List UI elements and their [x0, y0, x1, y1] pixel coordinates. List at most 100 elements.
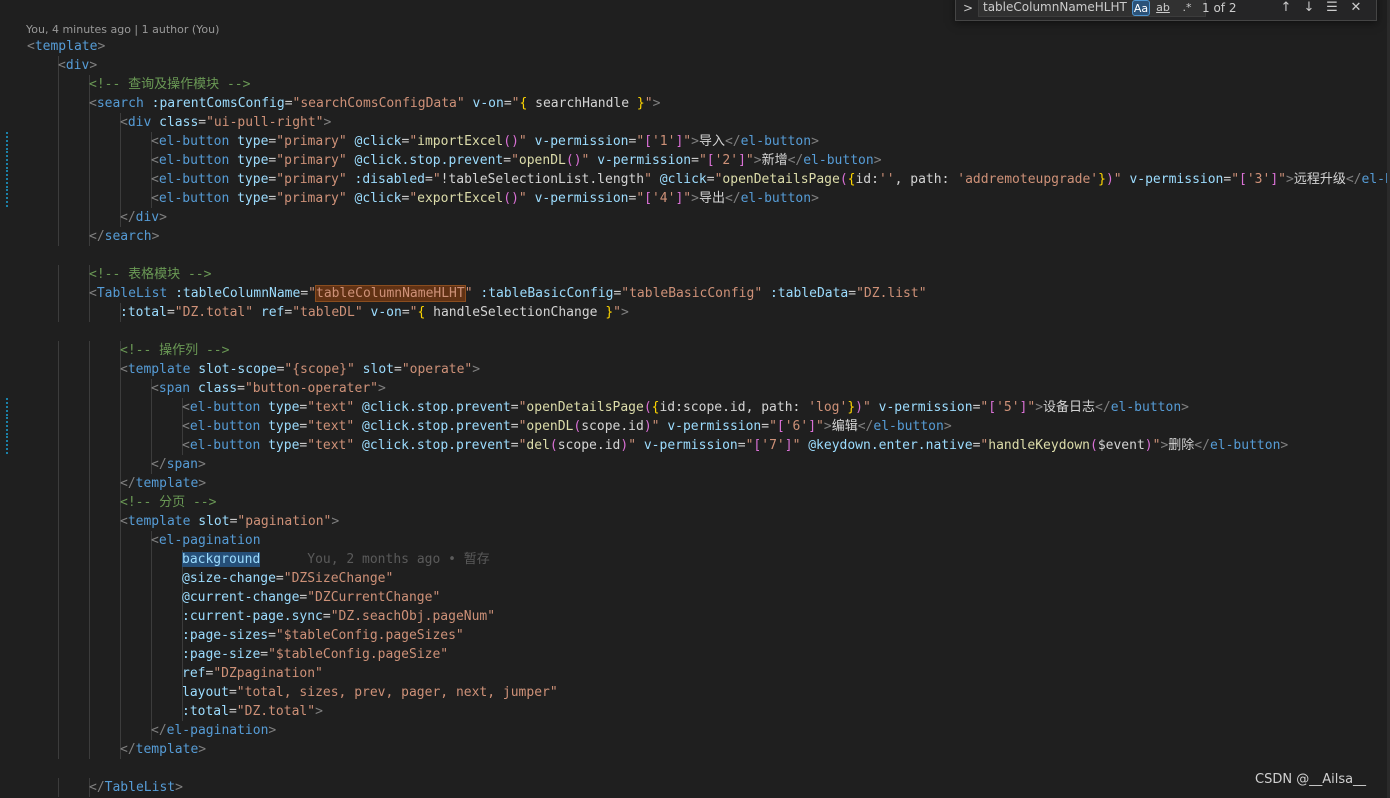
code-token: " — [1278, 172, 1286, 187]
code-line[interactable]: <el-button type="primary" :disabled="!ta… — [0, 170, 1390, 189]
code-line[interactable]: <el-button type="text" @click.stop.preve… — [0, 417, 1390, 436]
code-line[interactable] — [0, 246, 1390, 265]
code-line[interactable]: <template slot="pagination"> — [0, 512, 1390, 531]
code-line[interactable]: </search> — [0, 227, 1390, 246]
toggle-replace-chevron-icon[interactable]: > — [962, 1, 974, 15]
code-line[interactable]: <el-button type="text" @click.stop.preve… — [0, 436, 1390, 455]
code-line[interactable]: <!-- 分页 --> — [0, 493, 1390, 512]
code-token: > — [652, 96, 661, 111]
code-line[interactable]: <el-button type="text" @click.stop.preve… — [0, 398, 1390, 417]
code-line[interactable]: :total="DZ.total" ref="tableDL" v-on="{ … — [0, 303, 1390, 322]
indent-guide — [58, 360, 59, 379]
code-line[interactable]: <template> — [0, 37, 1390, 56]
code-line[interactable]: </span> — [0, 455, 1390, 474]
code-line[interactable]: </el-pagination> — [0, 721, 1390, 740]
code-token: template — [127, 362, 191, 377]
indent-guide — [89, 626, 90, 645]
code-line-text: <div> — [58, 56, 97, 75]
code-line[interactable]: <search :parentComsConfig="searchComsCon… — [0, 94, 1390, 113]
match-whole-word-icon[interactable]: ab — [1154, 0, 1172, 16]
code-line[interactable]: ref="DZpagination" — [0, 664, 1390, 683]
code-line[interactable]: </TableList> — [0, 778, 1390, 797]
code-line-text: <search :parentComsConfig="searchComsCon… — [89, 94, 660, 113]
code-line[interactable]: background You, 2 months ago • 暂存 — [0, 550, 1390, 569]
git-modified-gutter-marker[interactable] — [6, 189, 8, 208]
close-icon[interactable]: ✕ — [1347, 0, 1365, 17]
code-token: > — [943, 419, 952, 434]
code-line[interactable]: <template slot-scope="{scope}" slot="ope… — [0, 360, 1390, 379]
git-modified-gutter-marker[interactable] — [6, 398, 8, 417]
code-line[interactable]: </div> — [0, 208, 1390, 227]
indent-guide — [89, 189, 90, 208]
code-line-text: :current-page.sync="DZ.seachObj.pageNum" — [182, 607, 495, 626]
code-token: > — [691, 191, 699, 206]
code-token: " — [745, 153, 754, 168]
indent-guide — [89, 512, 90, 531]
indent-guide — [89, 208, 90, 227]
find-in-selection-icon[interactable]: ☰ — [1323, 0, 1341, 17]
code-token: = — [424, 172, 433, 187]
code-line[interactable]: :page-sizes="$tableConfig.pageSizes" — [0, 626, 1390, 645]
code-line[interactable]: <div> — [0, 56, 1390, 75]
code-token: el-button — [1110, 400, 1182, 415]
code-line[interactable]: layout="total, sizes, prev, pager, next,… — [0, 683, 1390, 702]
git-modified-gutter-marker[interactable] — [6, 132, 8, 151]
git-modified-gutter-marker[interactable] — [6, 436, 8, 455]
code-token: > — [378, 381, 386, 396]
match-count: 1 of 2 — [1202, 1, 1237, 15]
git-modified-gutter-marker[interactable] — [6, 417, 8, 436]
code-editor[interactable]: You, 4 minutes ago | 1 author (You) <tem… — [0, 0, 1390, 798]
code-line[interactable]: <el-pagination — [0, 531, 1390, 550]
code-token: el-button — [189, 419, 261, 434]
regex-icon[interactable]: .* — [1178, 0, 1196, 16]
code-token: @size-change — [182, 571, 276, 586]
code-line[interactable]: </template> — [0, 474, 1390, 493]
git-modified-gutter-marker[interactable] — [6, 170, 8, 189]
code-line[interactable]: <!-- 查询及操作模块 --> — [0, 75, 1390, 94]
code-token: > — [331, 514, 340, 529]
code-line-text: <el-pagination — [151, 531, 261, 550]
indent-guide — [58, 607, 59, 626]
code-line[interactable] — [0, 759, 1390, 778]
code-line[interactable]: <div class="ui-pull-right"> — [0, 113, 1390, 132]
code-token: > — [873, 153, 882, 168]
code-token: </ — [857, 419, 874, 434]
next-match-arrow-down-icon[interactable]: ↓ — [1300, 0, 1318, 17]
previous-match-arrow-up-icon[interactable]: ↑ — [1277, 0, 1295, 17]
code-line[interactable]: :current-page.sync="DZ.seachObj.pageNum" — [0, 607, 1390, 626]
code-token: openDL — [518, 153, 566, 168]
code-line[interactable]: <TableList :tableColumnName="tableColumn… — [0, 284, 1390, 303]
code-line[interactable]: <el-button type="primary" @click.stop.pr… — [0, 151, 1390, 170]
code-token: > — [1035, 400, 1044, 415]
code-line[interactable]: <!-- 表格模块 --> — [0, 265, 1390, 284]
indent-guide — [120, 132, 121, 151]
indent-guide — [58, 740, 59, 759]
match-case-icon[interactable]: Aa — [1132, 0, 1150, 16]
code-line[interactable] — [0, 322, 1390, 341]
code-line[interactable]: <el-button type="primary" @click="import… — [0, 132, 1390, 151]
indent-guide — [151, 645, 152, 664]
indent-guide — [58, 455, 59, 474]
code-token: :disabled — [354, 172, 425, 187]
code-line[interactable]: @current-change="DZCurrentChange" — [0, 588, 1390, 607]
code-line[interactable]: :total="DZ.total"> — [0, 702, 1390, 721]
code-line[interactable]: <el-button type="primary" @click="export… — [0, 189, 1390, 208]
code-line[interactable]: <!-- 操作列 --> — [0, 341, 1390, 360]
code-line[interactable]: </template> — [0, 740, 1390, 759]
code-token: > — [315, 704, 323, 719]
code-token: " — [628, 438, 637, 453]
indent-guide — [120, 379, 121, 398]
git-modified-gutter-marker[interactable] — [6, 151, 8, 170]
code-token: TableList — [96, 286, 168, 301]
code-token: "tableBasicConfig" — [621, 286, 763, 301]
code-line[interactable]: @size-change="DZSizeChange" — [0, 569, 1390, 588]
code-line-text: <el-button type="text" @click.stop.preve… — [182, 417, 952, 436]
code-token: < — [120, 115, 128, 130]
code-line-text: <el-button type="primary" :disabled="!ta… — [151, 170, 1390, 189]
code-line[interactable]: :page-size="$tableConfig.pageSize" — [0, 645, 1390, 664]
code-line[interactable]: <span class="button-operater"> — [0, 379, 1390, 398]
